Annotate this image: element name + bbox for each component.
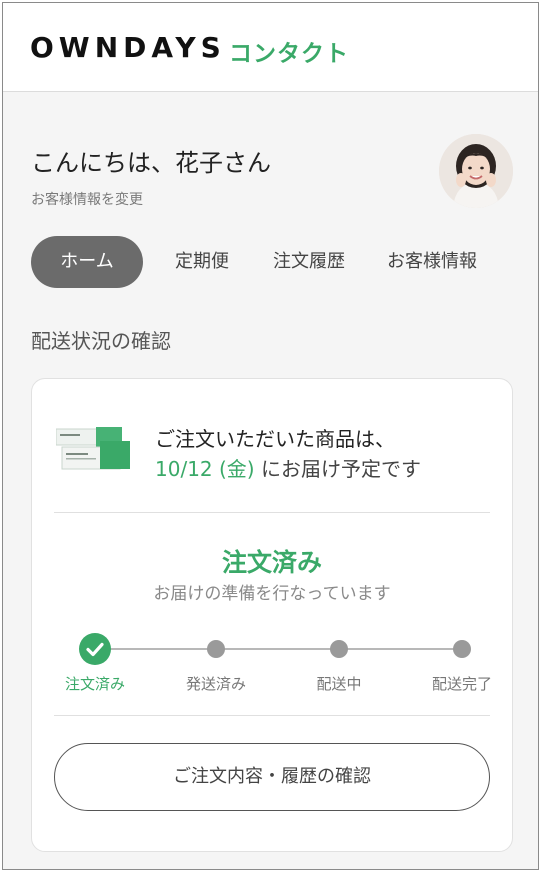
nav-tabs: ホーム 定期便 注文履歴 お客様情報 <box>31 236 511 288</box>
delivery-message-line2: 10/12 (金) にお届け予定です <box>155 453 421 482</box>
step-label-shipped: 発送済み <box>185 675 246 693</box>
avatar-photo-icon <box>439 134 513 208</box>
delivery-card: ご注文いただいた商品は、 10/12 (金) にお届け予定です 注文済み お届け… <box>31 378 513 852</box>
tab-order-history[interactable]: 注文履歴 <box>261 236 357 288</box>
step-ordered-check-icon <box>79 633 111 665</box>
header: OWNDAYS コンタクト <box>3 3 538 92</box>
status-subtitle: お届けの準備を行なっています <box>153 584 391 604</box>
step-label-delivered: 配送完了 <box>431 675 492 693</box>
status-title: 注文済み <box>221 548 322 577</box>
delivery-message-line1: ご注文いただいた商品は、 <box>155 427 395 451</box>
step-shipped-dot <box>207 640 225 658</box>
tab-home[interactable]: ホーム <box>31 236 143 288</box>
divider <box>54 512 490 513</box>
brand-logo-sub: コンタクト <box>229 41 349 67</box>
delivery-progress-tracker: 注文済み 発送済み 配送中 配送完了 <box>32 629 512 699</box>
step-label-ordered: 注文済み <box>64 675 125 693</box>
step-in-transit-dot <box>330 640 348 658</box>
edit-profile-link[interactable]: お客様情報を変更 <box>31 189 143 209</box>
avatar[interactable] <box>439 134 513 208</box>
delivery-date: 10/12 (金) <box>155 457 255 481</box>
step-label-in-transit: 配送中 <box>316 675 362 693</box>
greeting-text: こんにちは、花子さん <box>31 149 271 177</box>
section-title: 配送状況の確認 <box>31 329 171 353</box>
progress-line <box>96 648 462 650</box>
tab-subscription[interactable]: 定期便 <box>165 236 239 288</box>
app-frame: OWNDAYS コンタクト こんにちは、花子さん お客様情報を変更 ホーム 定期… <box>2 2 539 870</box>
order-history-button[interactable]: ご注文内容・履歴の確認 <box>54 743 490 811</box>
brand-logo[interactable]: OWNDAYS <box>30 31 226 64</box>
product-box-icon <box>56 427 130 470</box>
tab-customer-info[interactable]: お客様情報 <box>377 236 487 288</box>
divider <box>54 715 490 716</box>
delivery-message-rest: にお届け予定です <box>254 457 421 481</box>
step-delivered-dot <box>453 640 471 658</box>
